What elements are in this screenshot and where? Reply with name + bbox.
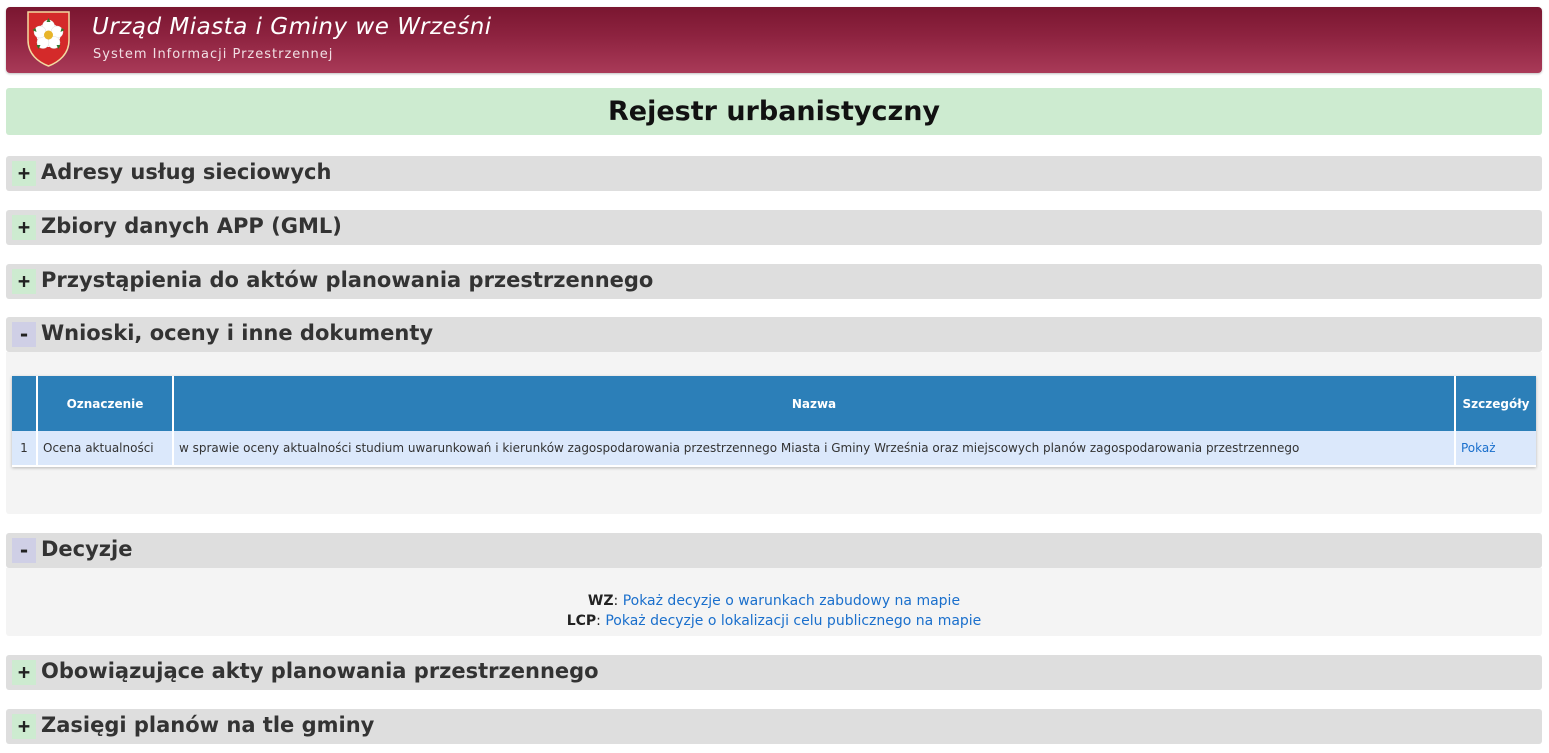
cell-szczegoly: Pokaż	[1455, 431, 1536, 465]
section-body-decyzje: WZ: Pokaż decyzje o warunkach zabudowy n…	[6, 568, 1542, 636]
documents-table: Oznaczenie Nazwa Szczegóły 1 Ocena aktua…	[12, 376, 1536, 465]
section-header-wnioski[interactable]: - Wnioski, oceny i inne dokumenty	[6, 317, 1542, 352]
section-header-decyzje[interactable]: - Decyzje	[6, 533, 1542, 568]
section-title: Decyzje	[41, 537, 133, 561]
documents-table-container: Oznaczenie Nazwa Szczegóły 1 Ocena aktua…	[12, 376, 1536, 467]
lcp-decisions-line: LCP: Pokaż decyzje o lokalizacji celu pu…	[566, 613, 982, 629]
section-title: Obowiązujące akty planowania przestrzenn…	[41, 659, 599, 683]
section-title: Zbiory danych APP (GML)	[41, 214, 342, 238]
column-header-oznaczenie[interactable]: Oznaczenie	[37, 376, 174, 431]
wz-map-link[interactable]: Pokaż decyzje o warunkach zabudowy na ma…	[623, 593, 960, 609]
expand-toggle[interactable]: +	[12, 660, 36, 685]
expand-toggle[interactable]: +	[12, 161, 36, 186]
page: Urząd Miasta i Gminy we Wrześni System I…	[0, 0, 1549, 753]
cell-oznaczenie: Ocena aktualności	[37, 431, 174, 465]
expand-toggle[interactable]: +	[12, 269, 36, 294]
rose-crest-icon	[27, 11, 70, 67]
section-title: Zasięgi planów na tle gminy	[41, 713, 375, 737]
lcp-label: LCP	[566, 613, 597, 629]
section-title: Adresy usług sieciowych	[41, 160, 332, 184]
collapse-toggle[interactable]: -	[12, 322, 36, 347]
section-header-przystapienia[interactable]: + Przystąpienia do aktów planowania prze…	[6, 264, 1542, 299]
column-header-number	[12, 376, 38, 431]
collapse-toggle[interactable]: -	[12, 538, 36, 563]
show-details-link[interactable]: Pokaż	[1461, 441, 1496, 455]
header-subtitle: System Informacji Przestrzennej	[93, 47, 334, 62]
wz-decisions-line: WZ: Pokaż decyzje o warunkach zabudowy n…	[587, 593, 961, 609]
section-header-obowiazujace-akty[interactable]: + Obowiązujące akty planowania przestrze…	[6, 655, 1542, 690]
section-header-zbiory-danych[interactable]: + Zbiory danych APP (GML)	[6, 210, 1542, 245]
header-title: Urząd Miasta i Gminy we Wrześni	[92, 14, 492, 40]
lcp-map-link[interactable]: Pokaż decyzje o lokalizacji celu publicz…	[605, 613, 981, 629]
site-header: Urząd Miasta i Gminy we Wrześni System I…	[6, 7, 1542, 73]
expand-toggle[interactable]: +	[12, 215, 36, 240]
column-header-nazwa[interactable]: Nazwa	[173, 376, 1456, 431]
expand-toggle[interactable]: +	[12, 714, 36, 739]
section-body-wnioski: Oznaczenie Nazwa Szczegóły 1 Ocena aktua…	[6, 352, 1542, 514]
column-header-szczegoly: Szczegóły	[1455, 376, 1536, 431]
section-title: Przystąpienia do aktów planowania przest…	[41, 268, 654, 292]
page-title: Rejestr urbanistyczny	[607, 96, 941, 127]
section-header-zasiegi-planow[interactable]: + Zasięgi planów na tle gminy	[6, 709, 1542, 744]
table-header-row: Oznaczenie Nazwa Szczegóły	[12, 376, 1536, 431]
section-header-adresy-uslug[interactable]: + Adresy usług sieciowych	[6, 156, 1542, 191]
wz-label: WZ	[587, 593, 614, 609]
row-number: 1	[12, 431, 38, 465]
page-title-bar: Rejestr urbanistyczny	[6, 88, 1542, 135]
section-title: Wnioski, oceny i inne dokumenty	[41, 321, 434, 345]
cell-nazwa: w sprawie oceny aktualności studium uwar…	[173, 431, 1456, 465]
table-row: 1 Ocena aktualności w sprawie oceny aktu…	[12, 431, 1536, 465]
